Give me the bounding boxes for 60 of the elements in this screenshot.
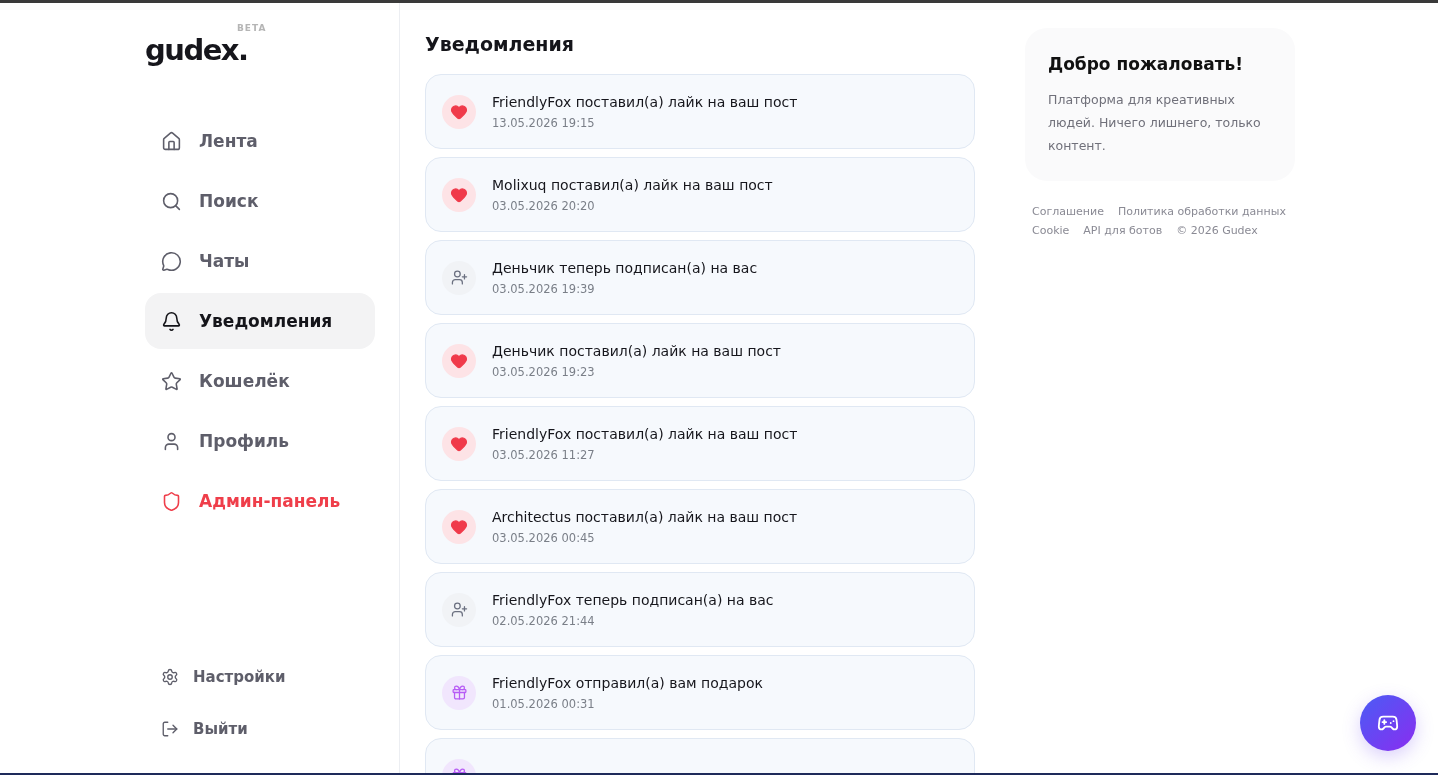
- notification-text: Деньчик теперь подписан(а) на вас: [492, 259, 758, 276]
- heart-icon: [450, 185, 468, 204]
- nav-item[interactable]: Чаты: [145, 233, 375, 289]
- notification-time: 03.05.2026 19:23: [492, 364, 596, 379]
- nav-item[interactable]: Админ-панель: [145, 473, 375, 529]
- notification-time: 03.05.2026 11:27: [492, 447, 596, 462]
- footer-link[interactable]: Cookie: [1032, 224, 1070, 237]
- footer-link[interactable]: © 2026 Gudex: [1176, 224, 1258, 237]
- bell-icon: [161, 310, 182, 332]
- notification-card[interactable]: Molixuq поставил(а) лайк на ваш пост 03.05.2026 20:20: [425, 157, 975, 232]
- footer-link[interactable]: Политика обработки данных: [1117, 205, 1286, 218]
- chat-bubble-icon: [161, 250, 182, 272]
- notification-text: Architectus поставил(а) лайк на ваш пост: [492, 508, 798, 525]
- notification-card[interactable]: FriendlyFox поставил(а) лайк на ваш пост 03.05.2026 11:27: [425, 406, 975, 481]
- notification-card[interactable]: FriendlyFox теперь подписан(а) на вас 02.05.2026 21:44: [425, 572, 975, 647]
- notification-time: 03.05.2026 19:39: [492, 281, 596, 296]
- notification-text: FriendlyFox отправил(а) вам подарок: [492, 674, 763, 691]
- nav-item[interactable]: Выйти: [145, 703, 375, 755]
- nav-item[interactable]: Настройки: [145, 651, 375, 703]
- nav-item[interactable]: Кошелёк: [145, 353, 375, 409]
- welcome-title: Добро пожаловать!: [1048, 54, 1244, 74]
- heart-icon: [450, 517, 468, 536]
- search-icon: [161, 190, 182, 212]
- notification-text: Деньчик поставил(а) лайк на ваш пост: [492, 342, 781, 359]
- game-button[interactable]: [1360, 695, 1416, 751]
- welcome-text: Платформа для креативных людей. Ничего лишнего, только контент.: [1048, 91, 1262, 155]
- footer-link[interactable]: API для ботов: [1083, 224, 1163, 237]
- nav-item[interactable]: Поиск: [145, 173, 375, 229]
- notification-time: 01.05.2026 00:31: [492, 696, 596, 711]
- heart-icon: [450, 434, 468, 453]
- logout-icon: [161, 720, 179, 738]
- notification-text: FriendlyFox поставил(а) лайк на ваш пост: [492, 93, 798, 110]
- logo[interactable]: gudex.: [145, 33, 248, 67]
- notification-card[interactable]: Деньчик поставил(а) лайк на ваш пост 03.05.2026 19:23: [425, 323, 975, 398]
- nav-item[interactable]: Профиль: [145, 413, 375, 469]
- settings-icon: [161, 668, 179, 686]
- heart-icon: [450, 102, 468, 121]
- beta-label: BETA: [237, 23, 267, 33]
- add-person-icon: [450, 269, 468, 286]
- notification-card[interactable]: FriendlyFox поставил(а) лайк на ваш пост 13.05.2026 19:15: [425, 74, 975, 149]
- notification-text: Molixuq поставил(а) лайк на ваш пост: [492, 176, 773, 193]
- star-icon: [161, 370, 182, 392]
- notification-text: FriendlyFox поставил(а) лайк на ваш пост: [492, 425, 798, 442]
- nav-item[interactable]: Уведомления: [145, 293, 375, 349]
- gift-icon: [450, 684, 468, 701]
- notification-card[interactable]: Architectus поставил(а) лайк на ваш пост 03.05.2026 00:45: [425, 489, 975, 564]
- notification-time: 13.05.2026 19:15: [492, 115, 596, 130]
- notification-card[interactable]: FriendlyFox отправил(а) вам подарок 01.05.2026 00:31: [425, 655, 975, 730]
- notification-time: 02.05.2026 21:44: [492, 613, 596, 628]
- add-person-icon: [450, 601, 468, 618]
- nav-item[interactable]: Лента: [145, 113, 375, 169]
- page-title: Уведомления: [425, 33, 575, 55]
- shield-icon: [161, 490, 182, 512]
- notification-time: 03.05.2026 00:45: [492, 530, 596, 545]
- notification-time: 03.05.2026 20:20: [492, 198, 596, 213]
- notification-text: FriendlyFox теперь подписан(а) на вас: [492, 591, 774, 608]
- notification-card[interactable]: Деньчик теперь подписан(а) на вас 03.05.2026 19:39: [425, 240, 975, 315]
- heart-icon: [450, 351, 468, 370]
- house-icon: [161, 130, 182, 152]
- footer-link[interactable]: Соглашение: [1032, 205, 1104, 218]
